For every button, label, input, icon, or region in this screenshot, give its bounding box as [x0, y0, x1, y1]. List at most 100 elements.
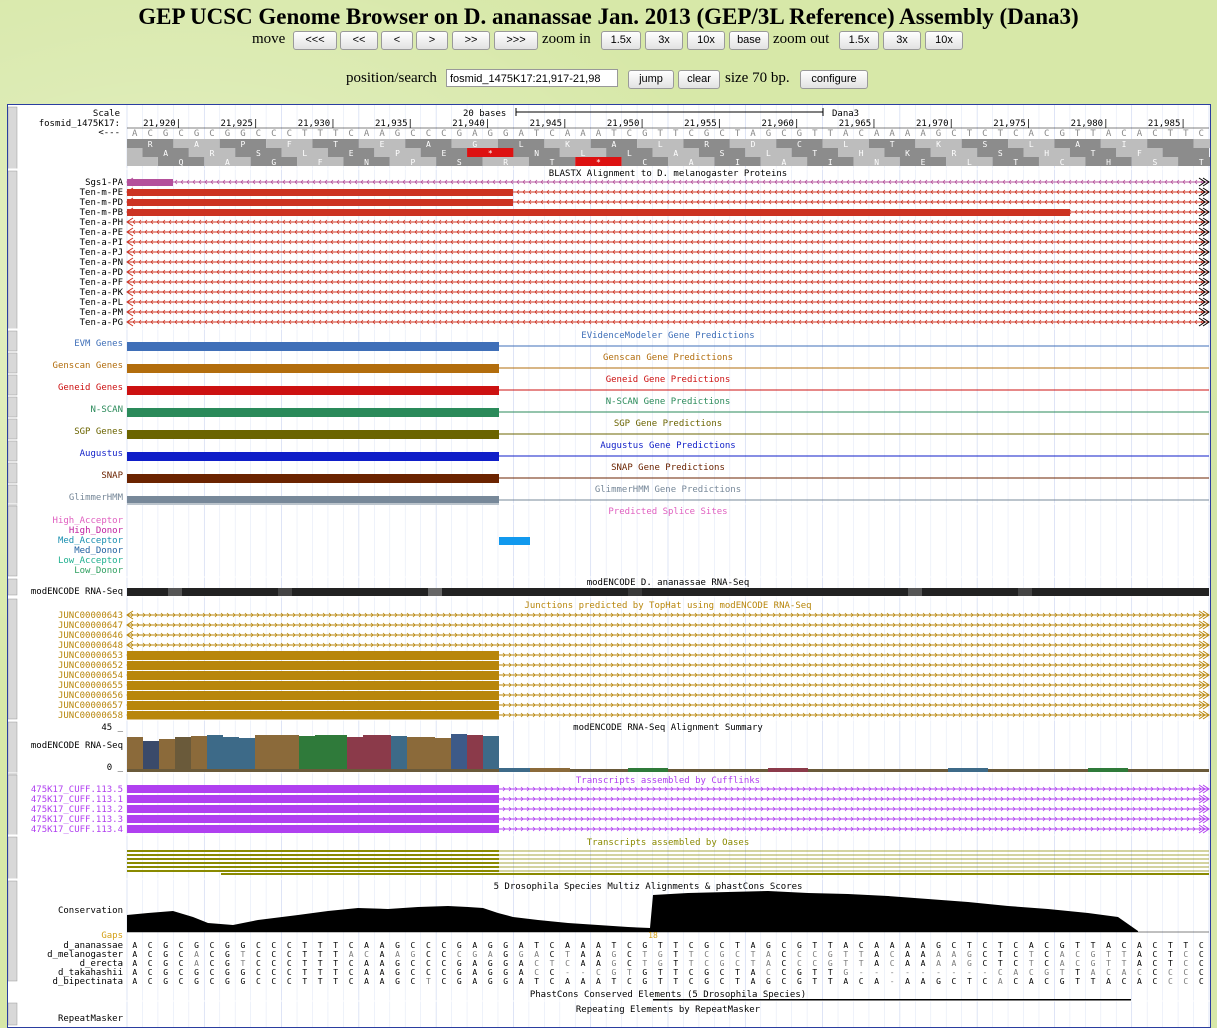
junction-block[interactable] [127, 651, 499, 660]
summary-coverage-bar[interactable] [467, 735, 483, 771]
zoom-base-button[interactable]: base [729, 31, 769, 50]
gene-prediction-side-button[interactable] [8, 374, 18, 396]
splice-row-label[interactable]: High_Acceptor [53, 516, 124, 526]
summary-coverage-bar[interactable] [347, 737, 363, 771]
gene-prediction-block[interactable] [127, 452, 499, 461]
track-image-panel[interactable]: Scale fosmid_1475K17: <--- 20 bases Dana3 21,… [7, 104, 1211, 1028]
summary-coverage-bar[interactable] [391, 736, 407, 771]
gene-prediction-side-button[interactable] [8, 440, 18, 462]
cufflinks-row-label[interactable]: 475K17_CUFF.113.5 [31, 785, 123, 795]
blastx-row-label[interactable]: Ten-a-PL [80, 298, 123, 308]
move-step-left-button[interactable]: < [381, 31, 413, 50]
blastx-row-label[interactable]: Ten-a-PG [80, 318, 123, 328]
multiz-side-button[interactable] [8, 880, 18, 982]
gene-prediction-label[interactable]: SNAP [101, 471, 123, 481]
summary-coverage-bar[interactable] [127, 737, 143, 771]
junction-block[interactable] [127, 701, 499, 710]
gene-prediction-label[interactable]: SGP Genes [74, 427, 123, 437]
blastx-row-label[interactable]: Ten-m-PE [80, 188, 123, 198]
blastx-row-label[interactable]: Ten-a-PJ [80, 248, 123, 258]
gene-prediction-side-button[interactable] [8, 330, 18, 352]
junction-block[interactable] [127, 681, 499, 690]
blastx-row-label[interactable]: Ten-a-PH [80, 218, 123, 228]
gene-prediction-side-button[interactable] [8, 484, 18, 506]
summary-coverage-bar[interactable] [175, 737, 191, 771]
junction-block[interactable] [127, 671, 499, 680]
gene-prediction-block[interactable] [127, 408, 499, 417]
splice-row-label[interactable]: Med_Acceptor [58, 536, 124, 546]
cufflinks-row-label[interactable]: 475K17_CUFF.113.2 [31, 805, 123, 815]
blastx-row-label[interactable]: Ten-m-PD [80, 198, 123, 208]
blastx-row-label[interactable]: Ten-a-PD [80, 268, 123, 278]
move-left-button[interactable]: << [340, 31, 378, 50]
splice-row-label[interactable]: Med_Donor [74, 546, 123, 556]
oases-block[interactable] [127, 866, 499, 868]
summary-coverage-bar[interactable] [363, 735, 391, 771]
junction-row-label[interactable]: JUNC00000656 [58, 691, 123, 701]
zoom-out-3x-button[interactable]: 3x [883, 31, 921, 50]
blastx-block[interactable] [127, 209, 1070, 216]
zoom-in-1.5x-button[interactable]: 1.5x [601, 31, 641, 50]
move-far-left-button[interactable]: <<< [293, 31, 337, 50]
gene-prediction-side-button[interactable] [8, 396, 18, 418]
species-label[interactable]: d_bipectinata [53, 977, 123, 987]
blastx-side-button[interactable] [8, 170, 18, 330]
repeatmasker-side-button[interactable] [8, 1002, 18, 1026]
junction-row-label[interactable]: JUNC00000654 [58, 671, 123, 681]
gene-prediction-label[interactable]: Genscan Genes [53, 361, 123, 371]
jump-button[interactable]: jump [628, 70, 674, 89]
blastx-row-label[interactable]: Sgs1-PA [85, 178, 124, 188]
ruler-side-button[interactable] [8, 106, 18, 170]
summary-coverage-bar[interactable] [299, 736, 315, 771]
blastx-row-label[interactable]: Ten-a-PM [80, 308, 124, 318]
oases-block[interactable] [127, 850, 499, 852]
splice-row-label[interactable]: High_Donor [69, 526, 124, 536]
gene-prediction-block[interactable] [127, 430, 499, 439]
summary-coverage-bar[interactable] [483, 736, 499, 771]
gene-prediction-block[interactable] [127, 364, 499, 373]
gene-prediction-side-button[interactable] [8, 352, 18, 374]
move-right-button[interactable]: >> [452, 31, 490, 50]
summary-coverage-bar[interactable] [451, 734, 467, 771]
blastx-row-label[interactable]: Ten-a-PK [80, 288, 124, 298]
cufflinks-block[interactable] [127, 795, 499, 803]
junction-row-label[interactable]: JUNC00000652 [58, 661, 123, 671]
summary-coverage-bar[interactable] [143, 741, 159, 771]
summary-coverage-bar[interactable] [407, 737, 435, 771]
cufflinks-row-label[interactable]: 475K17_CUFF.113.4 [31, 825, 123, 835]
gene-prediction-label[interactable]: N-SCAN [90, 405, 123, 415]
genome-track-image[interactable]: Scalefosmid_1475K17:<---20 bases Dana321,… [8, 105, 1210, 1027]
cufflinks-row-label[interactable]: 475K17_CUFF.113.1 [31, 795, 123, 805]
move-far-right-button[interactable]: >>> [494, 31, 538, 50]
junction-side-button[interactable] [8, 598, 18, 720]
gene-prediction-label[interactable]: EVM Genes [74, 339, 123, 349]
position-search-input[interactable]: fosmid_1475K17:21,917-21,98 [446, 69, 618, 87]
gene-prediction-block[interactable] [127, 474, 499, 483]
cufflinks-block[interactable] [127, 815, 499, 823]
summary-coverage-bar[interactable] [207, 735, 223, 771]
oases-block[interactable] [127, 862, 499, 864]
gene-prediction-label[interactable]: Geneid Genes [58, 383, 123, 393]
splice-side-button[interactable] [8, 505, 18, 577]
gene-prediction-side-button[interactable] [8, 418, 18, 440]
summary-side-button[interactable] [8, 721, 18, 775]
gene-prediction-label[interactable]: GlimmerHMM [69, 493, 124, 503]
junction-row-label[interactable]: JUNC00000657 [58, 701, 123, 711]
zoom-out-1.5x-button[interactable]: 1.5x [839, 31, 879, 50]
gene-prediction-block[interactable] [127, 342, 499, 351]
move-step-right-button[interactable]: > [416, 31, 448, 50]
splice-row-label[interactable]: Low_Donor [74, 566, 123, 576]
junction-row-label[interactable]: JUNC00000648 [58, 641, 123, 651]
junction-row-label[interactable]: JUNC00000643 [58, 611, 123, 621]
oases-block[interactable] [127, 854, 499, 856]
junction-row-label[interactable]: JUNC00000653 [58, 651, 123, 661]
summary-coverage-bar[interactable] [239, 738, 255, 771]
summary-coverage-bar[interactable] [435, 738, 451, 771]
blastx-block[interactable] [127, 199, 513, 206]
junction-block[interactable] [127, 661, 499, 670]
cufflinks-block[interactable] [127, 805, 499, 813]
summary-coverage-bar[interactable] [159, 739, 175, 771]
blastx-block[interactable] [127, 179, 173, 186]
gene-prediction-block[interactable] [127, 386, 499, 395]
conservation-profile[interactable] [127, 891, 1138, 932]
